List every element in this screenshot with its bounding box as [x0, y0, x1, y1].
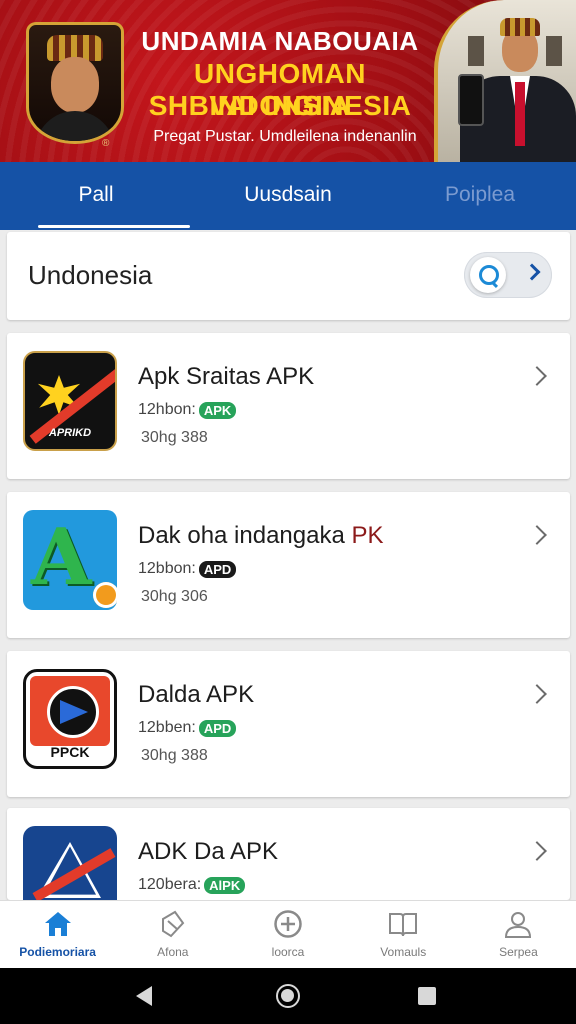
back-icon[interactable] — [136, 986, 152, 1006]
green-a-icon: A — [23, 510, 117, 610]
chevron-right-icon[interactable] — [527, 841, 547, 861]
type-badge: APK — [198, 401, 237, 419]
app-meta: 120bera: AlPK — [138, 876, 246, 894]
app-name: Dak oha indangaka PK — [138, 522, 384, 549]
nav-label: Podiemoriara — [19, 945, 96, 959]
tab-pall[interactable]: Pall — [0, 162, 192, 230]
crest-portrait — [26, 22, 124, 144]
add-circle-icon — [274, 910, 302, 938]
app-icon-label: PPCK — [50, 744, 90, 760]
tab-poiplea[interactable]: Poiplea — [384, 162, 576, 230]
bottom-navigation: Podiemoriara Afona loorca Vomauls Serpea — [0, 900, 576, 968]
official-tie — [515, 82, 525, 146]
nav-label: loorca — [271, 945, 305, 959]
book-icon — [389, 913, 418, 937]
recent-apps-icon[interactable] — [418, 987, 436, 1005]
official-headdress — [500, 18, 540, 36]
type-badge: AlPK — [204, 876, 246, 894]
list-item[interactable]: PPCK Dalda APK 12bben: APD 30hg 388 — [7, 651, 570, 797]
search-card[interactable]: Undonesia — [7, 232, 570, 320]
app-icon-label: APRIKD — [48, 427, 92, 439]
app-name: Apk Sraitas APK — [138, 363, 315, 390]
nav-item-afona[interactable]: Afona — [115, 901, 230, 968]
triangle-warning-icon — [23, 826, 117, 900]
chevron-right-icon[interactable] — [523, 263, 541, 281]
registered-mark: ® — [102, 138, 110, 149]
tag-icon — [161, 910, 185, 938]
smartphone-icon — [458, 74, 484, 126]
app-size: 30hg 388 — [141, 429, 208, 446]
system-navigation-bar — [0, 968, 576, 1024]
app-name: ADK Da APK — [138, 838, 279, 865]
apk-burst-icon: APRIKD — [23, 351, 117, 451]
list-item[interactable]: A Dak oha indangaka PK 12bbon: APD 30hg 3… — [7, 492, 570, 638]
app-name: Dalda APK — [138, 681, 255, 708]
nav-item-vomauls[interactable]: Vomauls — [346, 901, 461, 968]
flower-icon — [93, 582, 117, 608]
app-meta: 12bben: APD — [138, 719, 237, 737]
app-size: 30hg 388 — [141, 747, 208, 764]
app-size: 30hg 306 — [141, 588, 208, 605]
chevron-right-icon[interactable] — [527, 366, 547, 386]
chevron-right-icon[interactable] — [527, 525, 547, 545]
nav-item-loorca[interactable]: loorca — [230, 901, 345, 968]
tab-uusdsain[interactable]: Uusdsain — [192, 162, 384, 230]
list-item[interactable]: ADK Da APK 120bera: AlPK — [7, 808, 570, 900]
type-badge: APD — [198, 560, 237, 578]
nav-label: Serpea — [499, 945, 538, 959]
portrait-face — [51, 57, 99, 113]
home-icon — [44, 912, 71, 936]
search-toggle[interactable] — [464, 252, 552, 298]
banner-title-line-3: SHBVAI INGINESIA — [148, 90, 412, 121]
app-meta: 12bbon: APD — [138, 560, 237, 578]
search-icon[interactable] — [470, 257, 506, 293]
list-item[interactable]: APRIKD Apk Sraitas APK 12hbon: APK 30hg 3… — [7, 333, 570, 479]
chevron-right-icon[interactable] — [527, 684, 547, 704]
search-input[interactable]: Undonesia — [28, 260, 152, 291]
nav-item-home[interactable]: Podiemoriara — [0, 901, 115, 968]
nav-label: Vomauls — [380, 945, 427, 959]
banner-title-line-1: UNDAMIA NABOUAIA — [141, 26, 419, 56]
banner-subtitle: Pregat Pustar. Umdleilena indenanlin — [153, 128, 417, 145]
tab-bar: Pall Uusdsain Poiplea — [0, 162, 576, 230]
play-circle-icon: PPCK — [23, 669, 117, 769]
promo-banner[interactable]: ® UNDAMIA NABOUAIA UNGHOMAN INDONSIA SHB… — [0, 0, 576, 162]
type-badge: APD — [198, 719, 237, 737]
profile-icon — [505, 912, 532, 938]
nav-item-serpea[interactable]: Serpea — [461, 901, 576, 968]
app-meta: 12hbon: APK — [138, 401, 237, 419]
home-button-icon[interactable] — [276, 984, 300, 1008]
nav-label: Afona — [157, 945, 189, 959]
